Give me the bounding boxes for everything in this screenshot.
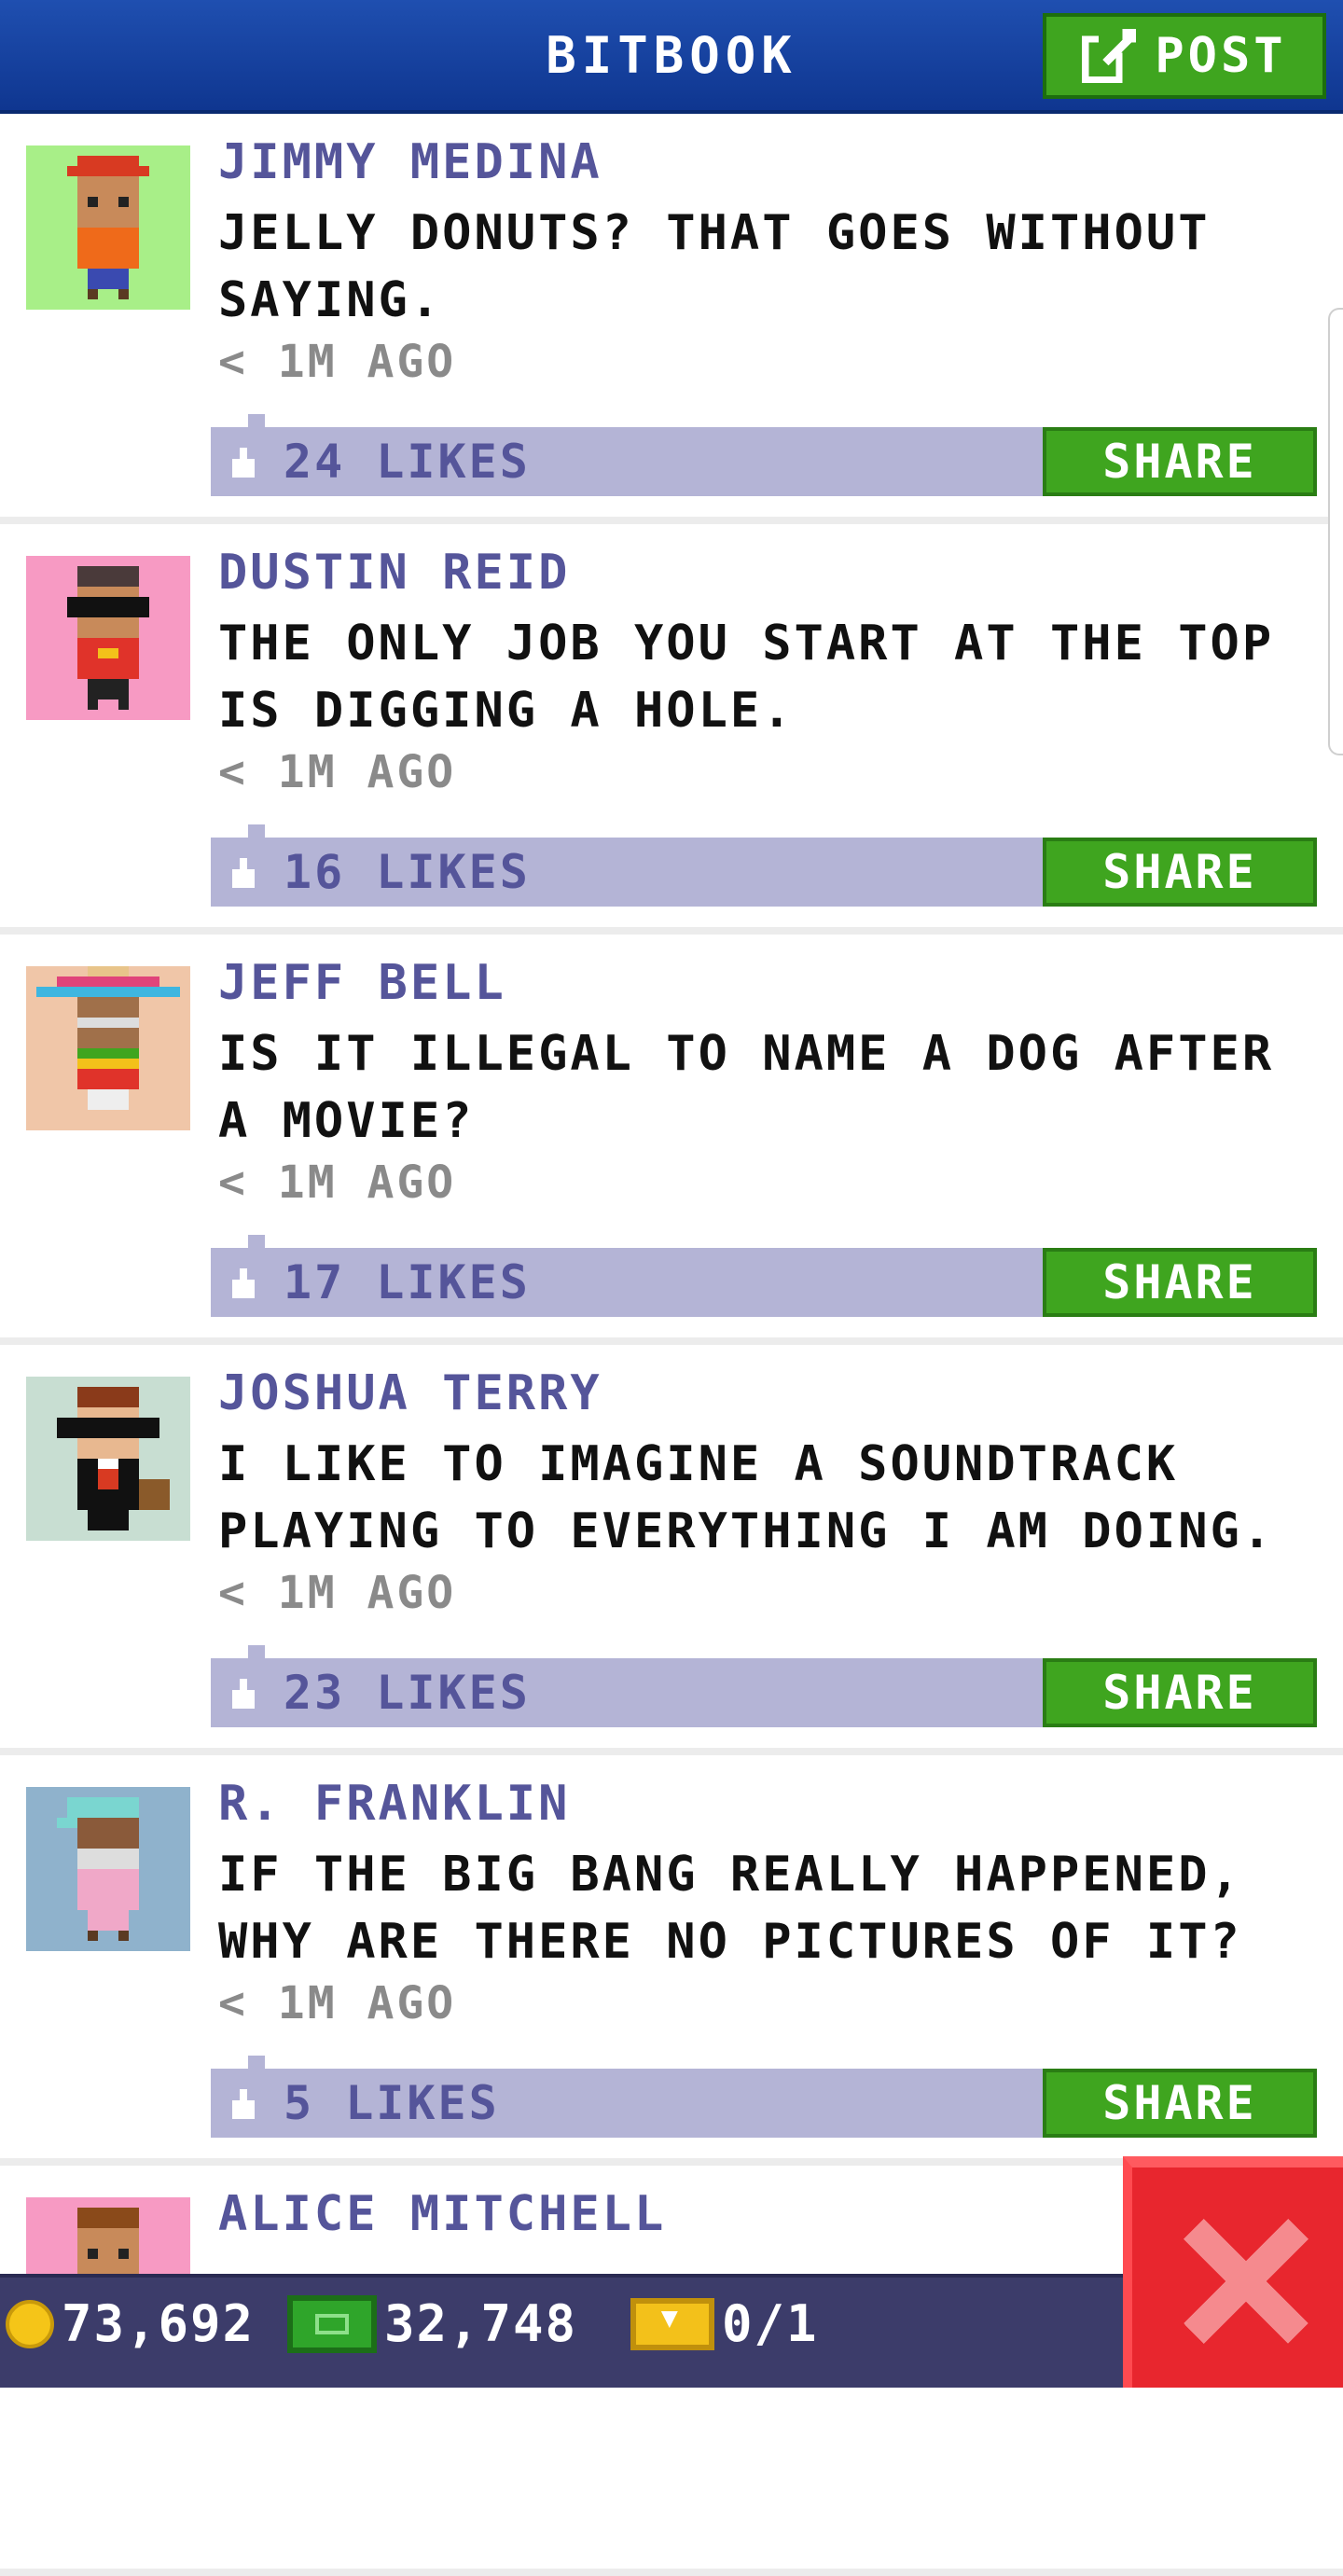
close-button[interactable]: [1123, 2156, 1343, 2388]
close-icon: [1184, 2219, 1308, 2344]
bux-value: 32,748: [384, 2294, 578, 2353]
thumbs-up-icon: [232, 448, 255, 478]
post-message: JELLY DONUTS? THAT GOES WITHOUT SAYING.: [218, 205, 1211, 328]
pixel-person-cyan-cap-icon: [26, 1787, 190, 1951]
post-author[interactable]: JEFF BELL: [218, 955, 506, 1011]
tickets-stat: 0/1: [630, 2291, 819, 2353]
post-message: IF THE BIG BANG REALLY HAPPENED, WHY ARE…: [218, 1847, 1242, 1970]
share-button[interactable]: SHARE: [1043, 427, 1317, 496]
post-author[interactable]: JOSHUA TERRY: [218, 1365, 602, 1421]
feed-post: JOSHUA TERRY I LIKE TO IMAGINE A SOUNDTR…: [0, 1345, 1343, 1755]
pixel-person-sombrero-icon: [26, 966, 190, 1130]
share-button[interactable]: SHARE: [1043, 838, 1317, 907]
feed-post: JIMMY MEDINA JELLY DONUTS? THAT GOES WIT…: [0, 114, 1343, 524]
post-message: IS IT ILLEGAL TO NAME A DOG AFTER A MOVI…: [218, 1026, 1275, 1149]
post-time: < 1M AGO: [218, 1567, 457, 1619]
app-header: BITBOOK POST: [0, 0, 1343, 114]
likes-count: 23 LIKES: [284, 1666, 531, 1720]
share-button[interactable]: SHARE: [1043, 2069, 1317, 2138]
post-button[interactable]: POST: [1043, 13, 1326, 99]
tickets-value: 0/1: [722, 2294, 819, 2353]
share-button[interactable]: SHARE: [1043, 1248, 1317, 1317]
post-time: < 1M AGO: [218, 1156, 457, 1209]
pixel-person-masked-icon: [26, 556, 190, 720]
post-author[interactable]: DUSTIN REID: [218, 545, 570, 601]
ticket-icon: [630, 2291, 714, 2350]
post-button-label: POST: [1155, 28, 1287, 84]
avatar[interactable]: [26, 556, 190, 720]
coins-value: 73,692: [62, 2294, 256, 2353]
thumbs-up-icon: [232, 1268, 255, 1298]
edit-icon: [1082, 29, 1137, 83]
feed-post: R. FRANKLIN IF THE BIG BANG REALLY HAPPE…: [0, 1755, 1343, 2166]
likes-count: 17 LIKES: [284, 1255, 531, 1309]
bux-stat: 32,748: [287, 2294, 577, 2353]
pixel-person-red-cap-icon: [26, 145, 190, 310]
likes-count: 24 LIKES: [284, 435, 531, 489]
avatar[interactable]: [26, 1787, 190, 1951]
likes-count: 16 LIKES: [284, 845, 531, 899]
thumbs-up-icon: [232, 858, 255, 888]
post-time: < 1M AGO: [218, 746, 457, 798]
post-author[interactable]: JIMMY MEDINA: [218, 134, 602, 190]
avatar[interactable]: [26, 1377, 190, 1541]
coins-stat: 73,692: [6, 2294, 255, 2353]
pixel-person-sunglasses-suit-icon: [26, 1377, 190, 1541]
feed-post: JEFF BELL IS IT ILLEGAL TO NAME A DOG AF…: [0, 935, 1343, 1345]
post-message: THE ONLY JOB YOU START AT THE TOP IS DIG…: [218, 616, 1275, 739]
thumbs-up-icon: [232, 2089, 255, 2119]
post-message: I LIKE TO IMAGINE A SOUNDTRACK PLAYING T…: [218, 1436, 1275, 1559]
likes-count: 5 LIKES: [284, 2076, 500, 2130]
feed-post: DUSTIN REID THE ONLY JOB YOU START AT TH…: [0, 524, 1343, 935]
bux-icon: [287, 2294, 377, 2353]
post-author[interactable]: ALICE MITCHELL: [218, 2186, 666, 2242]
post-time: < 1M AGO: [218, 1977, 457, 2029]
avatar[interactable]: [26, 966, 190, 1130]
avatar[interactable]: [26, 145, 190, 310]
thumbs-up-icon: [232, 1679, 255, 1709]
scroll-indicator: [1328, 308, 1343, 755]
post-author[interactable]: R. FRANKLIN: [218, 1776, 570, 1832]
post-time: < 1M AGO: [218, 336, 457, 388]
share-button[interactable]: SHARE: [1043, 1658, 1317, 1727]
coin-icon: [6, 2299, 54, 2348]
